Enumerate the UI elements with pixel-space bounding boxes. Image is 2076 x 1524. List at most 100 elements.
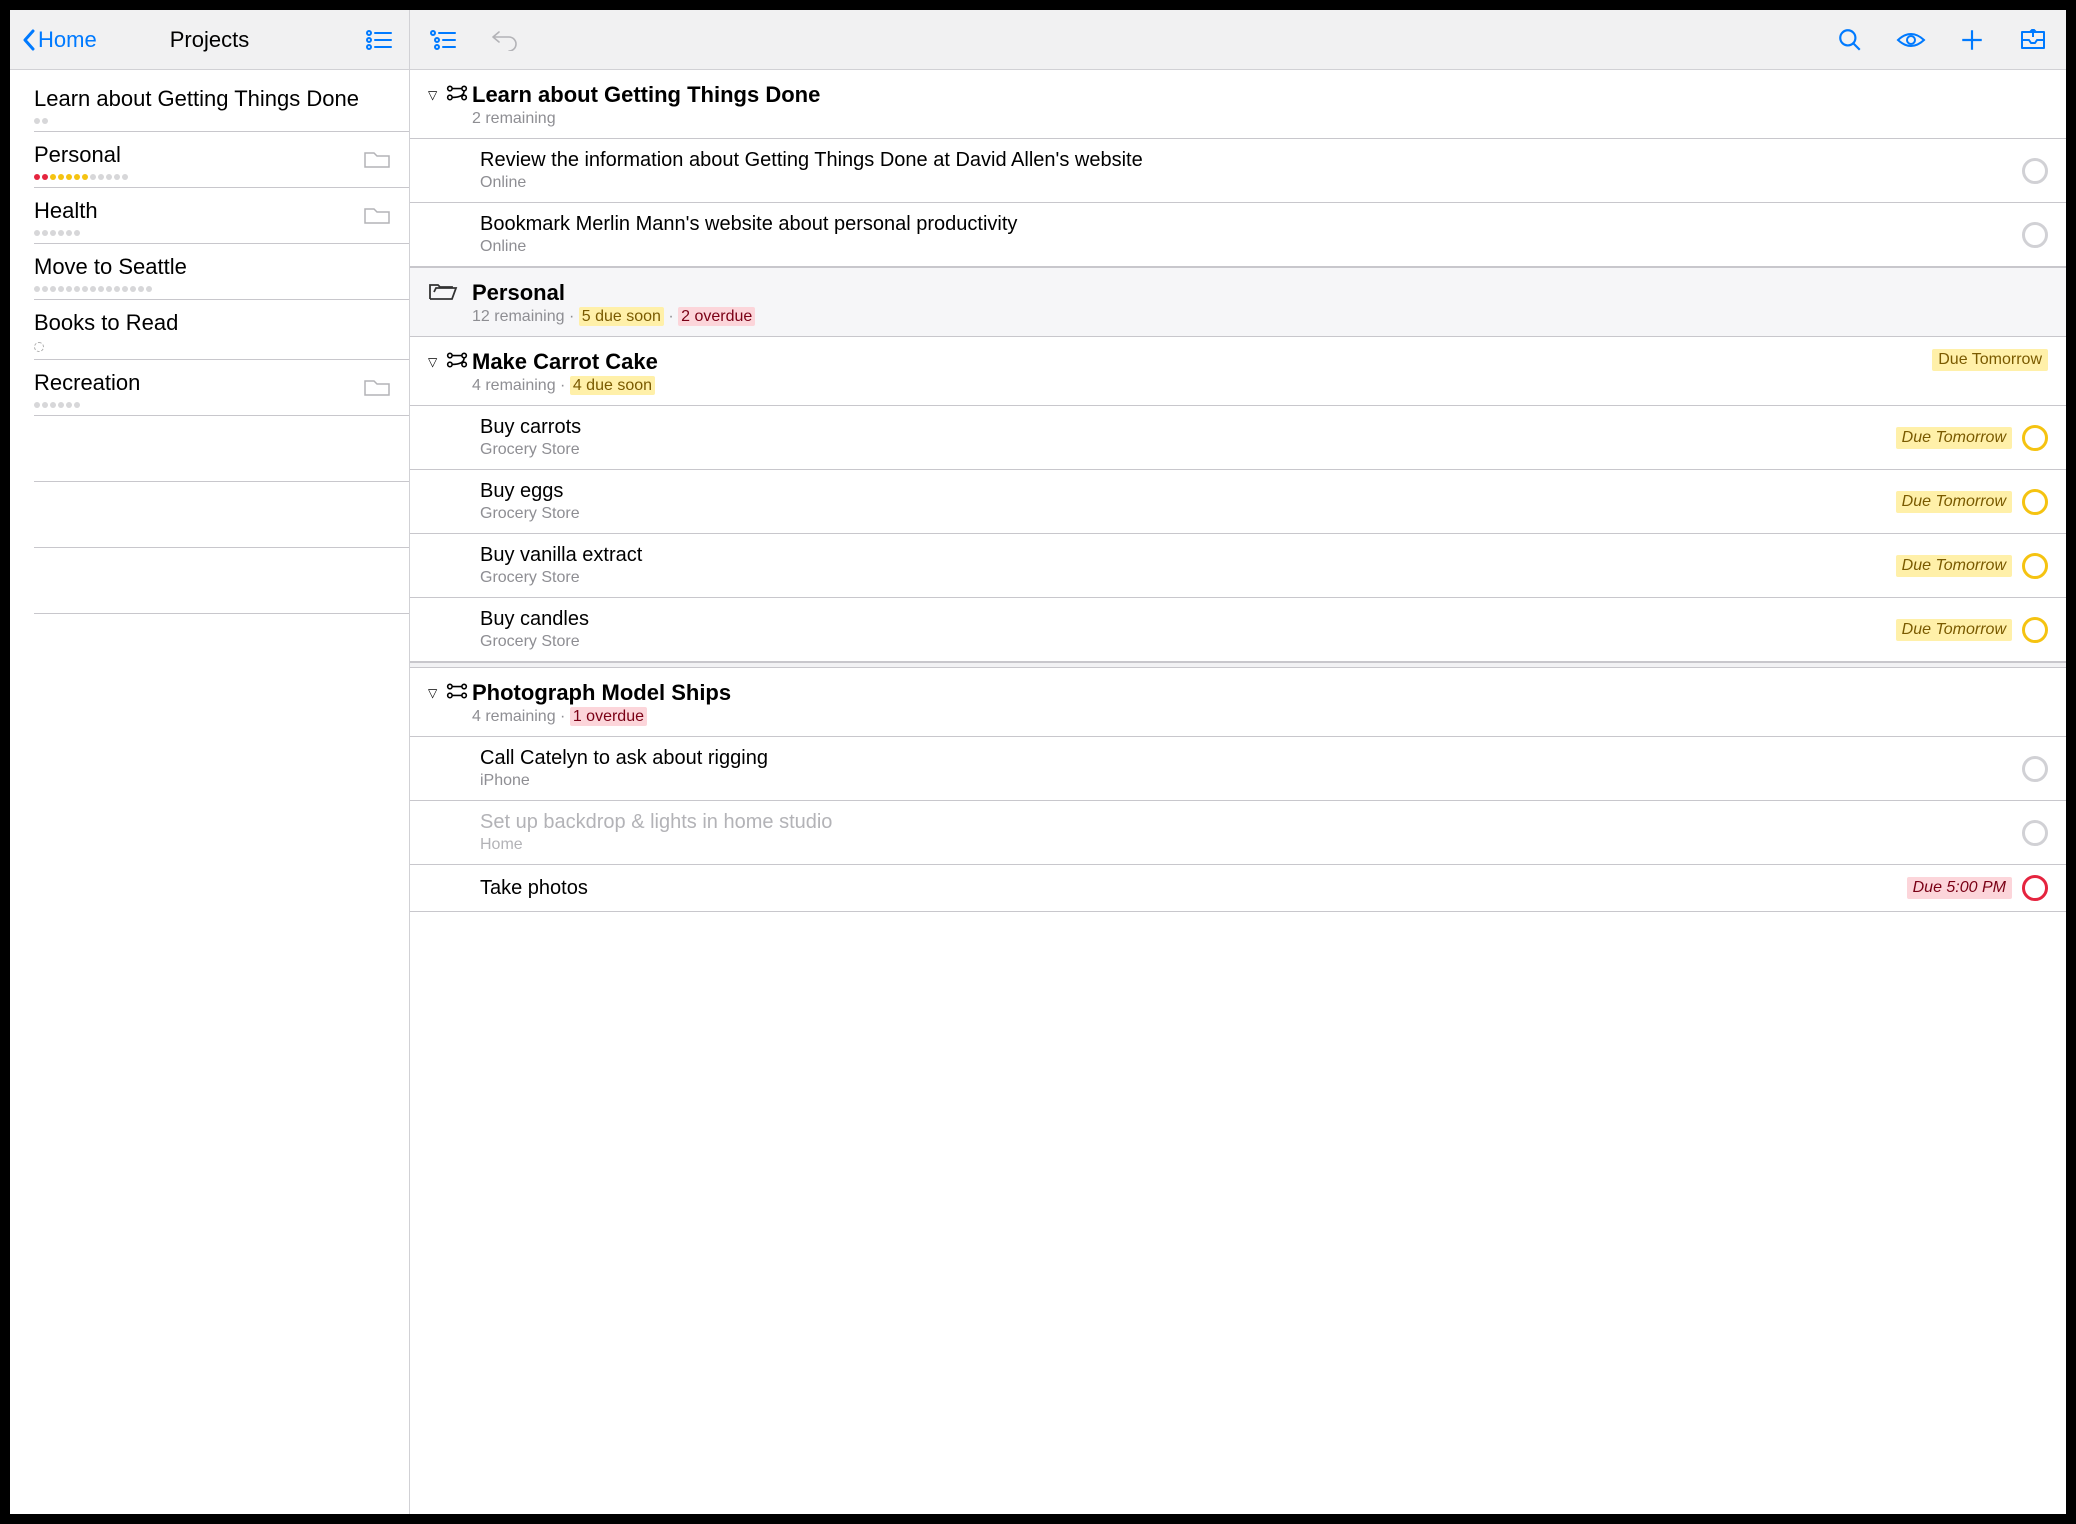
task-checkbox[interactable] [2022, 425, 2048, 451]
progress-dots [34, 230, 363, 236]
body: Learn about Getting Things Done Personal H… [10, 70, 2066, 1514]
project-type-icon [446, 85, 472, 106]
task-row[interactable]: Buy candles Grocery Store Due Tomorrow [410, 598, 2066, 662]
progress-dots [34, 174, 363, 180]
sidebar-item-label: Move to Seattle [34, 254, 391, 280]
app-frame: Home Projects [10, 10, 2066, 1514]
task-title: Set up backdrop & lights in home studio [480, 811, 2012, 834]
task-context: Home [480, 836, 2012, 854]
sidebar-item[interactable]: Personal [10, 132, 409, 188]
disclosure-triangle-icon[interactable]: ▽ [428, 686, 442, 700]
task-row[interactable]: Call Catelyn to ask about rigging iPhone [410, 737, 2066, 801]
outline-view-icon[interactable] [425, 22, 461, 58]
sidebar-empty-row [10, 482, 409, 548]
task-title: Take photos [480, 877, 1897, 900]
folder-header[interactable]: Personal 12 remaining · 5 due soon · 2 ov… [410, 267, 2066, 337]
toolbar-right [410, 10, 2066, 69]
task-due-badge: Due Tomorrow [1896, 555, 2012, 577]
task-checkbox[interactable] [2022, 553, 2048, 579]
task-title: Buy carrots [480, 416, 1886, 439]
task-context: Online [480, 238, 2012, 256]
main-pane: ▽ Learn about Getting Things Done 2 remain… [410, 70, 2066, 1514]
task-due-badge: Due Tomorrow [1896, 427, 2012, 449]
back-button[interactable]: Home [22, 27, 97, 53]
project-header[interactable]: ▽ Learn about Getting Things Done 2 remain… [410, 70, 2066, 139]
folder-subtitle: 12 remaining · 5 due soon · 2 overdue [472, 308, 2048, 326]
folder-open-icon [428, 280, 472, 307]
task-checkbox[interactable] [2022, 158, 2048, 184]
back-label: Home [38, 27, 97, 53]
task-checkbox[interactable] [2022, 489, 2048, 515]
task-context: Grocery Store [480, 633, 1886, 651]
sidebar-item-label: Learn about Getting Things Done [34, 86, 391, 112]
view-options-icon[interactable] [1893, 22, 1929, 58]
folder-title: Personal [472, 280, 2048, 306]
task-context: Grocery Store [480, 569, 1886, 587]
list-view-icon[interactable] [361, 22, 397, 58]
task-row[interactable]: Review the information about Getting Thi… [410, 139, 2066, 203]
sidebar-item[interactable]: Books to Read [10, 300, 409, 360]
project-subtitle: 4 remaining · 1 overdue [472, 708, 2048, 726]
sidebar-item-label: Health [34, 198, 363, 224]
disclosure-triangle-icon[interactable]: ▽ [428, 88, 442, 102]
sidebar-item[interactable]: Health [10, 188, 409, 244]
due-badge: Due Tomorrow [1932, 349, 2048, 371]
task-context: Grocery Store [480, 441, 1886, 459]
task-due-badge: Due 5:00 PM [1907, 877, 2012, 899]
disclosure-triangle-icon[interactable]: ▽ [428, 355, 442, 369]
task-checkbox[interactable] [2022, 617, 2048, 643]
project-header[interactable]: ▽ Make Carrot Cake 4 remaining · 4 due soo… [410, 337, 2066, 406]
task-row[interactable]: Bookmark Merlin Mann's website about per… [410, 203, 2066, 267]
project-type-icon [446, 683, 472, 704]
loading-spinner-icon [34, 342, 44, 352]
task-row[interactable]: Buy vanilla extract Grocery Store Due Tomo… [410, 534, 2066, 598]
add-icon[interactable] [1954, 22, 1990, 58]
task-context: iPhone [480, 772, 2012, 790]
task-checkbox[interactable] [2022, 820, 2048, 846]
folder-icon [363, 376, 391, 403]
inbox-icon[interactable] [2015, 22, 2051, 58]
sidebar-item-label: Recreation [34, 370, 363, 396]
project-subtitle: 4 remaining · 4 due soon [472, 377, 1932, 395]
task-checkbox[interactable] [2022, 222, 2048, 248]
task-context: Online [480, 174, 2012, 192]
task-row[interactable]: Take photos Due 5:00 PM [410, 865, 2066, 912]
folder-icon [363, 148, 391, 175]
project-title: Learn about Getting Things Done [472, 82, 2048, 108]
project-title: Make Carrot Cake [472, 349, 1932, 375]
search-icon[interactable] [1832, 22, 1868, 58]
task-title: Call Catelyn to ask about rigging [480, 747, 2012, 770]
folder-icon [363, 204, 391, 231]
task-title: Buy candles [480, 608, 1886, 631]
sidebar-item[interactable]: Move to Seattle [10, 244, 409, 300]
sidebar-empty-row [10, 548, 409, 614]
project-header[interactable]: ▽ Photograph Model Ships 4 remaining · 1 o… [410, 668, 2066, 737]
task-title: Buy eggs [480, 480, 1886, 503]
toolbar: Home Projects [10, 10, 2066, 70]
task-context: Grocery Store [480, 505, 1886, 523]
sidebar-empty-row [10, 416, 409, 482]
toolbar-left: Home Projects [10, 10, 410, 69]
project-subtitle: 2 remaining [472, 110, 2048, 128]
task-row[interactable]: Set up backdrop & lights in home studio H… [410, 801, 2066, 865]
task-row[interactable]: Buy carrots Grocery Store Due Tomorrow [410, 406, 2066, 470]
task-due-badge: Due Tomorrow [1896, 491, 2012, 513]
task-checkbox[interactable] [2022, 875, 2048, 901]
sidebar: Learn about Getting Things Done Personal H… [10, 70, 410, 1514]
sidebar-item[interactable]: Learn about Getting Things Done [10, 76, 409, 132]
task-checkbox[interactable] [2022, 756, 2048, 782]
project-type-icon [446, 352, 472, 373]
sidebar-item-label: Books to Read [34, 310, 391, 336]
project-title: Photograph Model Ships [472, 680, 2048, 706]
task-due-badge: Due Tomorrow [1896, 619, 2012, 641]
task-title: Review the information about Getting Thi… [480, 149, 2012, 172]
task-title: Buy vanilla extract [480, 544, 1886, 567]
undo-icon[interactable] [486, 22, 522, 58]
sidebar-item-label: Personal [34, 142, 363, 168]
task-row[interactable]: Buy eggs Grocery Store Due Tomorrow [410, 470, 2066, 534]
progress-dots [34, 118, 391, 124]
task-title: Bookmark Merlin Mann's website about per… [480, 213, 2012, 236]
progress-dots [34, 402, 363, 408]
progress-dots [34, 286, 391, 292]
sidebar-item[interactable]: Recreation [10, 360, 409, 416]
